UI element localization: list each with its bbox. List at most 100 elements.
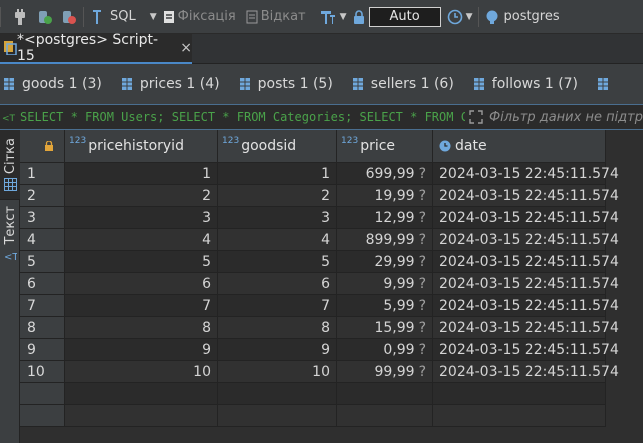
table-cell-goodsid[interactable]: 5 [218,251,337,273]
row-number[interactable]: 5 [20,251,65,273]
table-cell-goodsid[interactable]: 4 [218,229,337,251]
table-cell-date[interactable]: 2024-03-15 22:45:11.574 [433,251,619,273]
table-cell-date[interactable]: 2024-03-15 22:45:11.574 [433,339,619,361]
row-number[interactable]: 7 [20,295,65,317]
table-cell-pricehistoryid[interactable]: 2 [65,185,218,207]
tab-overflow[interactable] [598,78,616,90]
table-cell-price[interactable]: 5,99? [337,295,433,317]
table-cell-date[interactable]: 2024-03-15 22:45:11.574 [433,163,619,185]
numeric-type-icon: 123 [69,136,87,146]
table-cell-pricehistoryid[interactable]: 10 [65,361,218,383]
row-number[interactable]: 2 [20,185,65,207]
transaction-mode-icon[interactable] [320,5,336,29]
table-cell-date[interactable]: 2024-03-15 22:45:11.574 [433,295,619,317]
tab-posts[interactable]: posts 1 (5) [239,76,333,92]
column-header-date[interactable]: date [433,130,606,163]
table-cell-price[interactable]: 899,99? [337,229,433,251]
tab-label: follows 1 (7) [491,76,579,92]
table-cell-price[interactable]: 699,99? [337,163,433,185]
sql-button[interactable]: SQL [110,5,136,29]
filter-sql-text[interactable]: SELECT * FROM Users; SELECT * FROM Categ… [20,110,465,124]
table-row[interactable]: 7 7 7 5,99? 2024-03-15 22:45:11.574 [20,295,619,317]
side-tab-grid[interactable]: Сітка [0,130,20,200]
column-header-goodsid[interactable]: 123 goodsid [218,130,337,163]
table-cell-date[interactable]: 2024-03-15 22:45:11.574 [433,317,619,339]
table-cell-pricehistoryid[interactable]: 1 [65,163,218,185]
table-cell-date[interactable]: 2024-03-15 22:45:11.574 [433,185,619,207]
text-view-icon: <T [4,249,17,262]
table-cell-pricehistoryid[interactable]: 7 [65,295,218,317]
connection-selector[interactable]: postgres [503,5,559,29]
null-marker: ? [418,253,426,270]
row-number[interactable]: 8 [20,317,65,339]
filter-input[interactable]: Фільтр даних не підтр [489,110,643,125]
table-cell-pricehistoryid[interactable]: 8 [65,317,218,339]
row-number[interactable]: 6 [20,273,65,295]
result-tabs: goods 1 (3) prices 1 (4) posts 1 (5) sel… [0,64,643,104]
row-number[interactable]: 1 [20,163,65,185]
transaction-mode-field[interactable]: Auto [368,6,441,27]
close-icon[interactable]: × [180,40,192,56]
table-cell-pricehistoryid[interactable]: 6 [65,273,218,295]
table-row[interactable]: 1 1 1 699,99? 2024-03-15 22:45:11.574 [20,163,619,185]
chevron-down-icon[interactable]: ▼ [466,12,473,22]
expand-icon[interactable] [469,110,483,124]
table-cell-price[interactable]: 29,99? [337,251,433,273]
table-cell-price[interactable]: 0,99? [337,339,433,361]
table-cell-goodsid[interactable]: 1 [218,163,337,185]
table-cell-goodsid[interactable]: 6 [218,273,337,295]
tab-goods[interactable]: goods 1 (3) [4,76,102,92]
table-row[interactable]: 2 2 2 19,99? 2024-03-15 22:45:11.574 [20,185,619,207]
commit-button[interactable]: Фіксація [178,5,236,29]
tab-prices[interactable]: prices 1 (4) [121,76,220,92]
table-row[interactable]: 4 4 4 899,99? 2024-03-15 22:45:11.574 [20,229,619,251]
table-row[interactable]: 8 8 8 15,99? 2024-03-15 22:45:11.574 [20,317,619,339]
table-cell-goodsid[interactable]: 2 [218,185,337,207]
column-header-price[interactable]: 123 price [337,130,433,163]
cell-value: 2024-03-15 22:45:11.574 [439,187,619,204]
table-cell-price[interactable]: 9,99? [337,273,433,295]
empty-cell [337,383,433,405]
table-cell-date[interactable]: 2024-03-15 22:45:11.574 [433,207,619,229]
table-cell-pricehistoryid[interactable]: 3 [65,207,218,229]
table-cell-price[interactable]: 19,99? [337,185,433,207]
table-cell-goodsid[interactable]: 3 [218,207,337,229]
disconnect-icon[interactable] [61,5,77,29]
table-row[interactable]: 5 5 5 29,99? 2024-03-15 22:45:11.574 [20,251,619,273]
column-header-pricehistoryid[interactable]: 123 pricehistoryid [65,130,218,163]
empty-cell [433,383,606,405]
table-cell-date[interactable]: 2024-03-15 22:45:11.574 [433,273,619,295]
table-cell-price[interactable]: 99,99? [337,361,433,383]
table-cell-goodsid[interactable]: 8 [218,317,337,339]
chevron-down-icon[interactable]: ▼ [150,12,157,22]
plug-icon[interactable] [13,5,27,29]
table-cell-goodsid[interactable]: 10 [218,361,337,383]
connect-icon[interactable] [37,5,53,29]
table-cell-pricehistoryid[interactable]: 4 [65,229,218,251]
lock-icon[interactable] [353,5,365,29]
table-row[interactable]: 3 3 3 12,99? 2024-03-15 22:45:11.574 [20,207,619,229]
side-tab-text[interactable]: Текст <T [0,206,20,276]
clock-icon[interactable] [447,5,463,29]
table-row[interactable]: 9 9 9 0,99? 2024-03-15 22:45:11.574 [20,339,619,361]
table-cell-date[interactable]: 2024-03-15 22:45:11.574 [433,229,619,251]
table-cell-pricehistoryid[interactable]: 5 [65,251,218,273]
row-number[interactable]: 10 [20,361,65,383]
table-row[interactable]: 6 6 6 9,99? 2024-03-15 22:45:11.574 [20,273,619,295]
table-cell-price[interactable]: 12,99? [337,207,433,229]
tab-follows[interactable]: follows 1 (7) [473,76,579,92]
tab-sellers[interactable]: sellers 1 (6) [352,76,454,92]
chevron-down-icon[interactable]: ▼ [340,12,347,22]
row-number[interactable]: 3 [20,207,65,229]
row-number[interactable]: 4 [20,229,65,251]
sql-editor-icon[interactable] [90,5,104,29]
table-cell-date[interactable]: 2024-03-15 22:45:11.574 [433,361,619,383]
table-cell-goodsid[interactable]: 7 [218,295,337,317]
table-row[interactable]: 10 10 10 99,99? 2024-03-15 22:45:11.574 [20,361,619,383]
table-cell-goodsid[interactable]: 9 [218,339,337,361]
rollback-button[interactable]: Відкат [261,5,306,29]
editor-tab-script[interactable]: *<postgres> Script-15 × [0,32,192,64]
table-cell-pricehistoryid[interactable]: 9 [65,339,218,361]
row-number[interactable]: 9 [20,339,65,361]
table-cell-price[interactable]: 15,99? [337,317,433,339]
